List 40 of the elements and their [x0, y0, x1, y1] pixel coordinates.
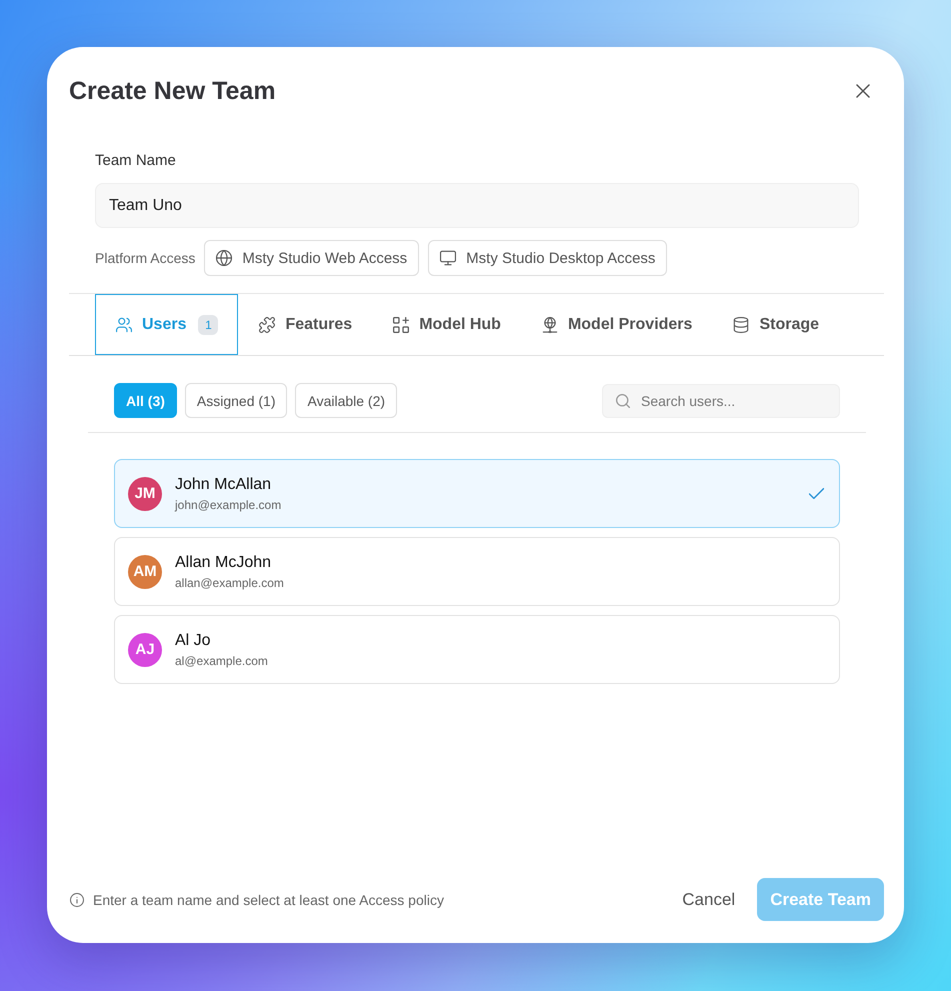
info-icon [70, 892, 84, 906]
access-option-button[interactable]: Msty Studio Desktop Access [428, 240, 668, 276]
avatar: AJ [128, 632, 162, 666]
users-icon [116, 316, 132, 332]
hint-text: Enter a team name and select at least one Access policy [93, 892, 444, 908]
field-label: Team Name [95, 152, 176, 170]
avatar: AM [128, 554, 162, 588]
search-field[interactable]: Search users... [602, 384, 840, 418]
platform-access-label: Platform Access [95, 250, 196, 266]
tab[interactable]: Model Hub [372, 294, 521, 355]
user-email: allan@example.com [175, 576, 284, 590]
filter-button[interactable]: Assigned (1) [184, 383, 288, 418]
access-option-button[interactable]: Msty Studio Web Access [204, 240, 420, 276]
user-name: John McAllan [175, 476, 272, 494]
database-icon [733, 316, 750, 332]
user-name: Allan McJohn [175, 554, 272, 572]
count-badge: 1 [198, 314, 218, 334]
search-icon [616, 394, 630, 408]
user-list-item[interactable]: AM Allan McJohn allan@example.com [114, 537, 840, 606]
tab[interactable]: Model Providers [520, 294, 712, 355]
user-name: Al Jo [175, 632, 211, 650]
tab[interactable]: Features [238, 294, 372, 355]
grid-plus-icon [393, 316, 410, 332]
team-name-field[interactable]: Team Uno [95, 183, 859, 228]
globe-stand-icon [542, 316, 558, 332]
user-email: al@example.com [175, 654, 268, 668]
avatar: JM [128, 476, 162, 510]
check-icon [809, 488, 824, 499]
dialog-title: Create New Team [69, 76, 276, 106]
puzzle-piece-icon [259, 316, 276, 332]
user-list-item[interactable]: JM John McAllan john@example.com [114, 459, 840, 528]
user-list-item[interactable]: AJ Al Jo al@example.com [114, 615, 840, 684]
monitor-icon [440, 250, 456, 266]
tab[interactable]: Storage [712, 294, 840, 355]
cancel-button[interactable]: Cancel [682, 890, 736, 910]
close-icon [856, 84, 870, 98]
close-button[interactable] [856, 84, 870, 98]
globe-icon [216, 250, 232, 266]
user-email: john@example.com [175, 498, 282, 512]
filter-button[interactable]: Available (2) [295, 383, 398, 418]
